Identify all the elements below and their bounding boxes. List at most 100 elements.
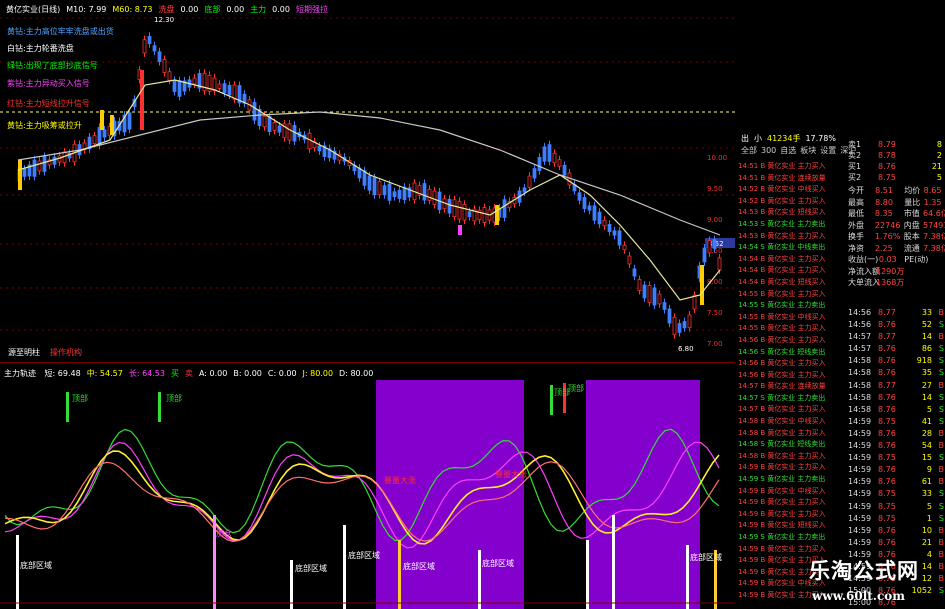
trade-direction: S <box>938 416 944 426</box>
candle-body <box>717 257 722 271</box>
bottom-label: 操作机构 <box>50 348 82 357</box>
candle-body <box>532 168 537 179</box>
alert-row[interactable]: 14:59 B 黄亿实业 主力买入 <box>738 544 846 556</box>
order-price: 8.76 <box>878 162 896 171</box>
stat-value: 22746 <box>874 220 901 230</box>
stat-key2 <box>905 277 924 289</box>
alert-row[interactable]: 14:57 B 黄亿实业 连续放量 <box>738 381 846 393</box>
alert-row[interactable]: 14:56 B 黄亿实业 主力买入 <box>738 335 846 347</box>
top-flag <box>66 392 69 422</box>
trade-direction: B <box>938 308 945 317</box>
kline-canvas[interactable]: 10.009.509.008.508.007.507.008.52 <box>0 0 735 362</box>
alert-row[interactable]: 14:52 B 黄亿实业 中线买入 <box>738 184 846 196</box>
panel-tab[interactable]: 300 <box>761 146 776 155</box>
candle-body <box>262 115 267 128</box>
alert-row[interactable]: 14:55 S 黄亿实业 主力卖出 <box>738 300 846 312</box>
order-label: 卖2 <box>848 151 862 160</box>
candle-body <box>452 199 457 218</box>
trade-time: 14:59 <box>848 465 872 475</box>
signal-post <box>290 560 293 609</box>
bottom-zone-label: 底部区域 <box>20 561 52 570</box>
signal-bar <box>700 265 704 305</box>
alert-row[interactable]: 14:55 B 黄亿实业 中线买入 <box>738 312 846 324</box>
panel-tab[interactable]: 设置 <box>820 146 836 155</box>
alert-row[interactable]: 14:54 S 黄亿实业 中线卖出 <box>738 242 846 254</box>
candle-body <box>217 83 222 89</box>
alert-row[interactable]: 14:56 B 黄亿实业 主力买入 <box>738 370 846 382</box>
header-item: 0.00 <box>180 5 199 14</box>
stat-row: 换手 1.76% 股本 7.38亿 <box>848 231 945 243</box>
alert-row[interactable]: 14:57 S 黄亿实业 主力卖出 <box>738 393 846 405</box>
alert-row[interactable]: 14:54 B 黄亿实业 主力买入 <box>738 265 846 277</box>
candle-body <box>102 129 107 138</box>
alert-row[interactable]: 14:56 B 黄亿实业 主力买入 <box>738 358 846 370</box>
bottom-label-row: 源至明柱 操作机构 <box>8 347 92 358</box>
candle-body <box>392 191 397 198</box>
stat-value2: 64.6亿 <box>923 209 945 218</box>
alert-list[interactable]: 14:51 B 黄亿实业 主力买入 14:51 B 黄亿实业 连续放量 14:52 … <box>738 161 846 602</box>
legend-line: 绿钻:出现了底部抄底信号 <box>7 61 98 70</box>
legend-line: 白钻:主力轮番洗盘 <box>7 44 74 53</box>
panel-tab[interactable]: 全部 <box>741 146 757 155</box>
stat-key2 <box>905 266 924 278</box>
trade-volume: 33 <box>921 489 932 499</box>
alert-row[interactable]: 14:59 B 黄亿实业 主力买入 <box>738 497 846 509</box>
trade-price: 8.76 <box>878 368 896 378</box>
main-kline-chart[interactable]: 10.009.509.008.508.007.507.008.52 黄亿实业(日… <box>0 0 735 363</box>
alert-row[interactable]: 14:56 S 黄亿实业 短线卖出 <box>738 347 846 359</box>
header-text: 17.78% <box>805 134 836 143</box>
alert-row[interactable]: 14:58 S 黄亿实业 短线卖出 <box>738 439 846 451</box>
alert-row[interactable]: 14:55 B 黄亿实业 主力买入 <box>738 289 846 301</box>
alert-row[interactable]: 14:54 B 黄亿实业 主力买入 <box>738 254 846 266</box>
panel-tab[interactable]: 自选 <box>780 146 796 155</box>
alert-row[interactable]: 14:59 B 黄亿实业 中线买入 <box>738 486 846 498</box>
trade-direction: S <box>938 489 944 499</box>
panel-tab[interactable]: 板块 <box>800 146 816 155</box>
stat-value: 8.35 <box>874 209 893 218</box>
candle-body <box>232 84 237 100</box>
alert-row[interactable]: 14:58 B 黄亿实业 主力买入 <box>738 451 846 463</box>
line-green <box>4 428 720 542</box>
trade-direction: B <box>938 428 945 438</box>
subchart-item: B: 0.00 <box>233 369 262 378</box>
trade-row: 14:59 8.76 54 B <box>848 440 945 452</box>
alert-row[interactable]: 14:57 B 黄亿实业 主力买入 <box>738 404 846 416</box>
trade-time: 14:59 <box>848 489 872 499</box>
trade-volume: 1052 <box>911 586 932 596</box>
alert-row[interactable]: 14:59 S 黄亿实业 主力卖出 <box>738 532 846 544</box>
stat-key2: 内盘 <box>903 220 920 230</box>
alert-row[interactable]: 14:58 B 黄亿实业 中线买入 <box>738 416 846 428</box>
candle-body <box>577 192 582 201</box>
candle-body <box>637 279 642 291</box>
subchart-item: D: 80.00 <box>339 369 374 378</box>
alert-row[interactable]: 14:59 B 黄亿实业 主力买入 <box>738 509 846 521</box>
alert-row[interactable]: 14:51 B 黄亿实业 主力买入 <box>738 161 846 173</box>
alert-row[interactable]: 14:58 B 黄亿实业 主力买入 <box>738 428 846 440</box>
trade-volume: 61 <box>921 477 932 487</box>
trade-volume: 54 <box>921 441 932 451</box>
stat-key2: PE(动) <box>904 255 929 264</box>
alert-row[interactable]: 14:53 B 黄亿实业 主力买入 <box>738 231 846 243</box>
alert-row[interactable]: 14:59 B 黄亿实业 主力买入 <box>738 462 846 474</box>
alert-row[interactable]: 14:53 S 黄亿实业 主力卖出 <box>738 219 846 231</box>
alert-row[interactable]: 14:53 B 黄亿实业 短线买入 <box>738 207 846 219</box>
alert-row[interactable]: 14:54 B 黄亿实业 短线买入 <box>738 277 846 289</box>
trade-row: 14:59 8.75 1 S <box>848 513 945 525</box>
indicator-canvas[interactable] <box>0 365 735 609</box>
stat-value: 8.51 <box>875 186 893 195</box>
alert-row[interactable]: 14:59 S 黄亿实业 主力卖出 <box>738 474 846 486</box>
bottom-zone-label: 底部区域 <box>348 551 380 560</box>
signal-label: 暴量大涨 <box>384 476 416 485</box>
alert-row[interactable]: 14:59 B 黄亿实业 短线买入 <box>738 520 846 532</box>
candle-body <box>177 80 182 97</box>
candle-body <box>447 198 452 214</box>
trade-volume: 14 <box>921 332 932 342</box>
trade-direction: B <box>938 549 945 559</box>
signal-post <box>343 525 346 609</box>
candle-body <box>432 190 437 205</box>
stat-key: 收益(一) <box>848 255 879 264</box>
alert-row[interactable]: 14:52 B 黄亿实业 主力买入 <box>738 196 846 208</box>
alert-row[interactable]: 14:55 B 黄亿实业 主力买入 <box>738 323 846 335</box>
indicator-subchart[interactable]: 主力轨迹 短: 69.48 中: 54.57 长: 64.53 买卖 A: 0.00 B:… <box>0 365 735 609</box>
alert-row[interactable]: 14:51 B 黄亿实业 连续放量 <box>738 173 846 185</box>
